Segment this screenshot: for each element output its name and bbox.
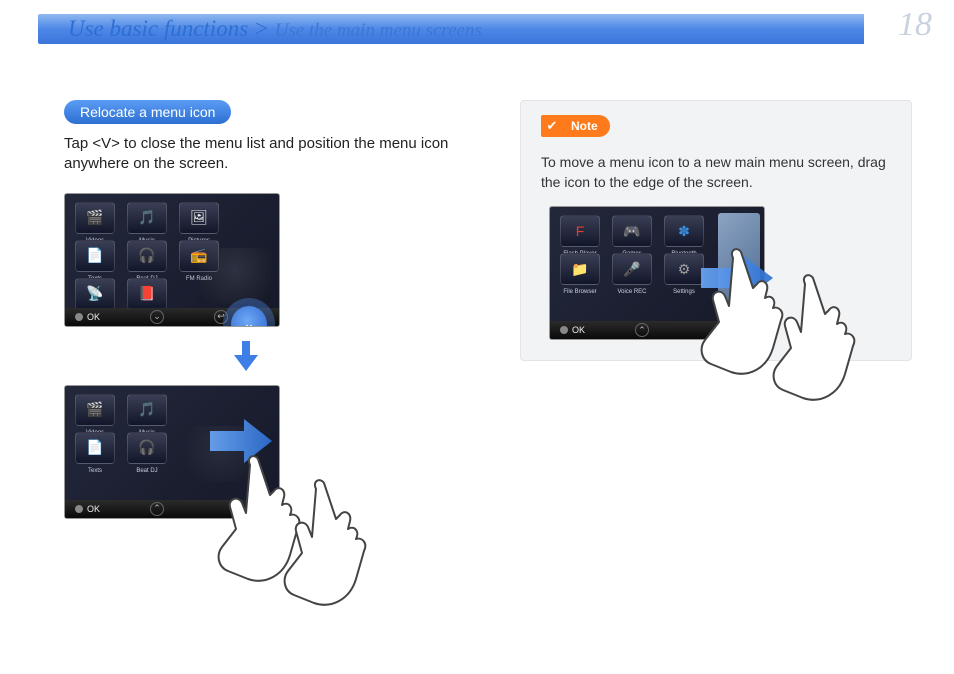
app-icon: 📄 — [75, 240, 115, 272]
app-icon: 📄 — [75, 432, 115, 464]
breadcrumb-separator: > — [254, 16, 270, 41]
icon-grid-note: F 🎮 ✽ 📁 🎤 ⚙ — [560, 215, 706, 285]
app-icon: 🎬 — [75, 202, 115, 234]
app-icon: 🎤 — [612, 253, 652, 285]
ok-label: OK — [560, 325, 585, 335]
caret-up-icon: ⌃ — [150, 502, 164, 516]
app-icon: 📡 — [75, 278, 115, 310]
device-screenshot-bottom: 🎬 🎵 📄 🎧 OK ⌃ — [64, 385, 280, 519]
check-icon: ✔ — [541, 115, 563, 137]
app-glyph-icon: 🎵 — [138, 209, 155, 226]
section-pill: Relocate a menu icon — [64, 100, 231, 124]
note-chip: ✔ Note — [541, 115, 610, 137]
app-icon: 🖼 — [179, 202, 219, 234]
app-glyph-icon: 📄 — [86, 439, 103, 456]
app-icon: F — [560, 215, 600, 247]
app-icon: ⚙ — [664, 253, 704, 285]
instruction-text: Tap <V> to close the menu list and posit… — [64, 134, 484, 175]
app-glyph-icon: 📕 — [138, 285, 155, 302]
device-bottom-bar: OK ⌃ — [550, 321, 764, 339]
app-glyph-icon: 🎬 — [86, 209, 103, 226]
clock-widget-icon — [187, 426, 259, 482]
clock-widget-icon — [199, 248, 271, 304]
app-icon: 🎮 — [612, 215, 652, 247]
app-glyph-icon: F — [576, 223, 585, 239]
app-icon: ✽ — [664, 215, 704, 247]
page-number: 18 — [898, 6, 932, 44]
app-glyph-icon: 📁 — [571, 261, 588, 278]
device-screenshot-note: F 🎮 ✽ 📁 🎤 ⚙ OK ⌃ — [549, 206, 765, 340]
note-box: ✔ Note To move a menu icon to a new main… — [520, 100, 912, 361]
app-glyph-icon: 🎤 — [623, 261, 640, 278]
app-icon: 🎵 — [127, 202, 167, 234]
breadcrumb-sub: Use the main menu screens — [275, 20, 482, 41]
app-glyph-icon: 🎮 — [623, 223, 640, 240]
app-glyph-icon: 📡 — [86, 285, 103, 302]
note-text: To move a menu icon to a new main menu s… — [541, 153, 891, 192]
app-glyph-icon: 🎧 — [138, 439, 155, 456]
app-glyph-icon: 🖼 — [190, 209, 208, 226]
app-glyph-icon: 🎬 — [86, 401, 103, 418]
app-icon: 📕 — [127, 278, 167, 310]
back-button-icon: ↩ — [214, 310, 228, 324]
app-icon: 🎵 — [127, 394, 167, 426]
down-arrow-icon — [232, 341, 484, 371]
next-screen-preview — [718, 213, 760, 309]
app-icon: 📁 — [560, 253, 600, 285]
app-glyph-icon: 🎧 — [138, 247, 155, 264]
app-glyph-icon: 🎵 — [138, 401, 155, 418]
ok-label: OK — [75, 504, 100, 514]
ok-label: OK — [75, 312, 100, 322]
left-column: Relocate a menu icon Tap <V> to close th… — [64, 100, 484, 519]
app-icon: 🎬 — [75, 394, 115, 426]
app-glyph-icon: ⚙ — [678, 261, 691, 278]
breadcrumb: Use basic functions > Use the main menu … — [68, 16, 482, 42]
v-button-icon: ⌄ — [150, 310, 164, 324]
app-glyph-icon: ✽ — [678, 223, 690, 240]
note-label: Note — [563, 115, 610, 137]
app-icon: 🎧 — [127, 432, 167, 464]
device-screenshot-top: 🎬🎵🖼📄🎧📻📡📕 OK ⌄ ↩ ⌄ — [64, 193, 280, 327]
breadcrumb-main: Use basic functions — [68, 16, 248, 41]
app-glyph-icon: 📄 — [86, 247, 103, 264]
right-column: ✔ Note To move a menu icon to a new main… — [520, 100, 912, 519]
caret-up-icon: ⌃ — [635, 323, 649, 337]
icon-grid-bottom: 🎬 🎵 📄 🎧 — [75, 394, 169, 464]
app-icon: 🎧 — [127, 240, 167, 272]
device-bottom-bar: OK ⌃ — [65, 500, 279, 518]
